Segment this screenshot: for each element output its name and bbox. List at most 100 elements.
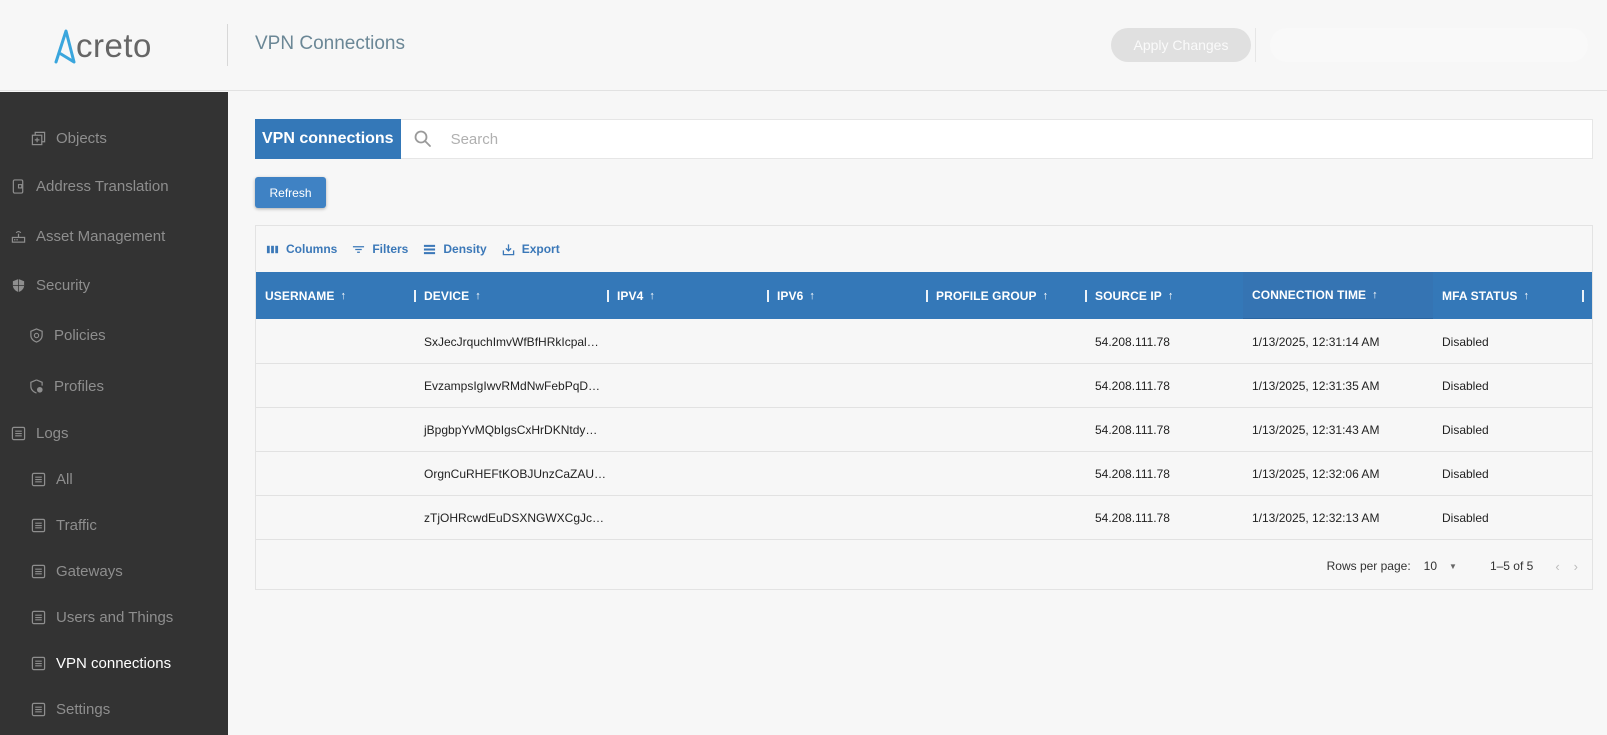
cell-connection-time: 1/13/2025, 12:31:14 AM bbox=[1252, 335, 1380, 349]
table-row[interactable]: jBpgbpYvMQbIgsCxHrDKNtdy… 54.208.111.78 1/… bbox=[256, 408, 1592, 452]
columns-icon bbox=[266, 245, 279, 253]
sidebar-item-profiles[interactable]: Profiles bbox=[29, 378, 104, 395]
table-row[interactable]: SxJecJrquchImvWfBfHRkIcpal… 54.208.111.78… bbox=[256, 320, 1592, 364]
column-separator[interactable] bbox=[926, 289, 928, 302]
columns-button[interactable]: Columns bbox=[266, 242, 337, 256]
column-separator[interactable] bbox=[767, 289, 769, 302]
column-header-mfa-status[interactable]: MFA STATUS ↑ bbox=[1442, 272, 1529, 319]
density-button[interactable]: Density bbox=[423, 242, 487, 256]
vpn-connections-table: Columns Filters Density Export USERNAME ↑… bbox=[255, 225, 1593, 590]
column-label: PROFILE GROUP bbox=[936, 288, 1037, 303]
sort-arrow-icon: ↑ bbox=[1523, 289, 1530, 302]
column-label: SOURCE IP bbox=[1095, 288, 1162, 303]
search-input[interactable] bbox=[450, 130, 1592, 148]
column-separator[interactable] bbox=[1582, 289, 1584, 302]
user-menu[interactable] bbox=[1270, 28, 1588, 62]
column-header-device[interactable]: DEVICE ↑ bbox=[414, 272, 481, 319]
table-row[interactable]: EvzampsIgIwvRMdNwFebPqD… 54.208.111.78 1/1… bbox=[256, 364, 1592, 408]
header-divider bbox=[227, 24, 228, 66]
cell-connection-time: 1/13/2025, 12:32:06 AM bbox=[1252, 467, 1380, 481]
sidebar-item-label: Address Translation bbox=[36, 178, 169, 195]
sort-arrow-icon: ↑ bbox=[340, 289, 347, 302]
cell-mfa-status: Disabled bbox=[1442, 423, 1489, 437]
sidebar-item-traffic[interactable]: Traffic bbox=[31, 517, 97, 534]
density-icon bbox=[424, 244, 436, 254]
column-label: MFA STATUS bbox=[1442, 288, 1518, 303]
refresh-button[interactable]: Refresh bbox=[255, 177, 326, 208]
filters-button[interactable]: Filters bbox=[352, 242, 408, 256]
column-label: CONNECTION TIME bbox=[1252, 288, 1367, 302]
sidebar-item-policies[interactable]: Policies bbox=[29, 327, 106, 344]
column-header-source-ip[interactable]: SOURCE IP ↑ bbox=[1085, 272, 1174, 319]
cell-connection-time: 1/13/2025, 12:32:13 AM bbox=[1252, 511, 1380, 525]
log-icon bbox=[31, 656, 46, 671]
filter-icon bbox=[353, 245, 365, 253]
sidebar-item-security[interactable]: Security bbox=[11, 277, 90, 294]
cell-device: SxJecJrquchImvWfBfHRkIcpal… bbox=[424, 335, 599, 349]
table-pagination: Rows per page: 10 ▼ 1–5 of 5 ‹ › bbox=[256, 542, 1592, 590]
next-page-button[interactable]: › bbox=[1574, 559, 1578, 574]
table-row[interactable]: OrgnCuRHEFtKOBJUnzCaZAU… 54.208.111.78 1/1… bbox=[256, 452, 1592, 496]
column-separator[interactable] bbox=[414, 289, 416, 302]
sidebar-item-label: All bbox=[56, 471, 73, 488]
page-title: VPN Connections bbox=[255, 33, 405, 54]
density-label: Density bbox=[443, 242, 487, 256]
sidebar-item-label: Profiles bbox=[54, 378, 105, 395]
previous-page-button[interactable]: ‹ bbox=[1555, 559, 1559, 574]
sidebar-item-label: Gateways bbox=[56, 563, 123, 580]
cell-mfa-status: Disabled bbox=[1442, 467, 1489, 481]
grid-toolbar: Columns Filters Density Export bbox=[266, 242, 560, 256]
sidebar-item-label: Users and Things bbox=[56, 609, 174, 626]
sidebar-item-all[interactable]: All bbox=[31, 471, 73, 488]
filters-label: Filters bbox=[372, 242, 409, 256]
cell-device: EvzampsIgIwvRMdNwFebPqD… bbox=[424, 379, 601, 393]
cell-connection-time: 1/13/2025, 12:31:35 AM bbox=[1252, 379, 1380, 393]
shield-icon bbox=[12, 278, 25, 293]
export-button[interactable]: Export bbox=[502, 242, 560, 256]
log-icon bbox=[31, 472, 46, 487]
column-separator-end[interactable] bbox=[1582, 272, 1592, 319]
column-label: IPV4 bbox=[617, 288, 644, 303]
sort-arrow-icon: ↑ bbox=[809, 289, 816, 302]
cell-mfa-status: Disabled bbox=[1442, 335, 1489, 349]
cell-device: jBpgbpYvMQbIgsCxHrDKNtdy… bbox=[424, 423, 598, 437]
search-icon bbox=[414, 130, 431, 147]
column-header-connection-time[interactable]: CONNECTION TIME ↑ bbox=[1243, 272, 1433, 319]
column-header-profile-group[interactable]: PROFILE GROUP ↑ bbox=[926, 272, 1048, 319]
rows-per-page-select[interactable]: 10 ▼ bbox=[1424, 559, 1457, 573]
column-header-username[interactable]: USERNAME ↑ bbox=[265, 272, 346, 319]
sidebar-item-users-and-things[interactable]: Users and Things bbox=[31, 609, 173, 626]
column-label: USERNAME bbox=[265, 288, 335, 303]
column-header-ipv4[interactable]: IPV4 ↑ bbox=[607, 272, 655, 319]
main-content: VPN connections Refresh Columns Filters … bbox=[228, 92, 1607, 735]
sidebar-item-label: Traffic bbox=[56, 517, 97, 534]
sidebar-item-label: VPN connections bbox=[56, 655, 172, 672]
apply-changes-button[interactable]: Apply Changes bbox=[1111, 28, 1251, 62]
acreto-logo[interactable]: creto bbox=[52, 24, 152, 64]
sidebar-item-vpn-connections[interactable]: VPN connections bbox=[31, 655, 171, 672]
table-header: USERNAME ↑ DEVICE ↑ IPV4 ↑ IPV6 ↑ PROFILE GR… bbox=[256, 272, 1592, 319]
cell-mfa-status: Disabled bbox=[1442, 511, 1489, 525]
sidebar: Objects Address Translation Asset Manage… bbox=[0, 92, 228, 735]
table-row[interactable]: zTjOHRcwdEuDSXNGWXCgJc… 54.208.111.78 1/13… bbox=[256, 496, 1592, 540]
address-translation-icon bbox=[12, 179, 24, 194]
sidebar-item-logs[interactable]: Logs bbox=[11, 425, 69, 442]
sidebar-item-label: Logs bbox=[36, 425, 69, 442]
sidebar-item-label: Policies bbox=[54, 327, 106, 344]
sort-arrow-icon: ↑ bbox=[1167, 289, 1174, 302]
cell-source-ip: 54.208.111.78 bbox=[1095, 423, 1170, 437]
sidebar-item-label: Settings bbox=[56, 701, 111, 718]
cell-device: zTjOHRcwdEuDSXNGWXCgJc… bbox=[424, 511, 605, 525]
sidebar-item-objects[interactable]: Objects bbox=[31, 130, 107, 147]
column-label: IPV6 bbox=[777, 288, 804, 303]
sort-arrow-icon: ↑ bbox=[1042, 289, 1049, 302]
sidebar-item-address-translation[interactable]: Address Translation bbox=[11, 178, 169, 195]
sidebar-item-settings[interactable]: Settings bbox=[31, 701, 110, 718]
sidebar-item-gateways[interactable]: Gateways bbox=[31, 563, 123, 580]
column-separator[interactable] bbox=[607, 289, 609, 302]
column-header-ipv6[interactable]: IPV6 ↑ bbox=[767, 272, 815, 319]
sort-arrow-icon: ↑ bbox=[475, 289, 481, 302]
router-icon bbox=[11, 231, 26, 243]
column-separator[interactable] bbox=[1085, 289, 1087, 302]
sidebar-item-asset-management[interactable]: Asset Management bbox=[11, 228, 165, 245]
